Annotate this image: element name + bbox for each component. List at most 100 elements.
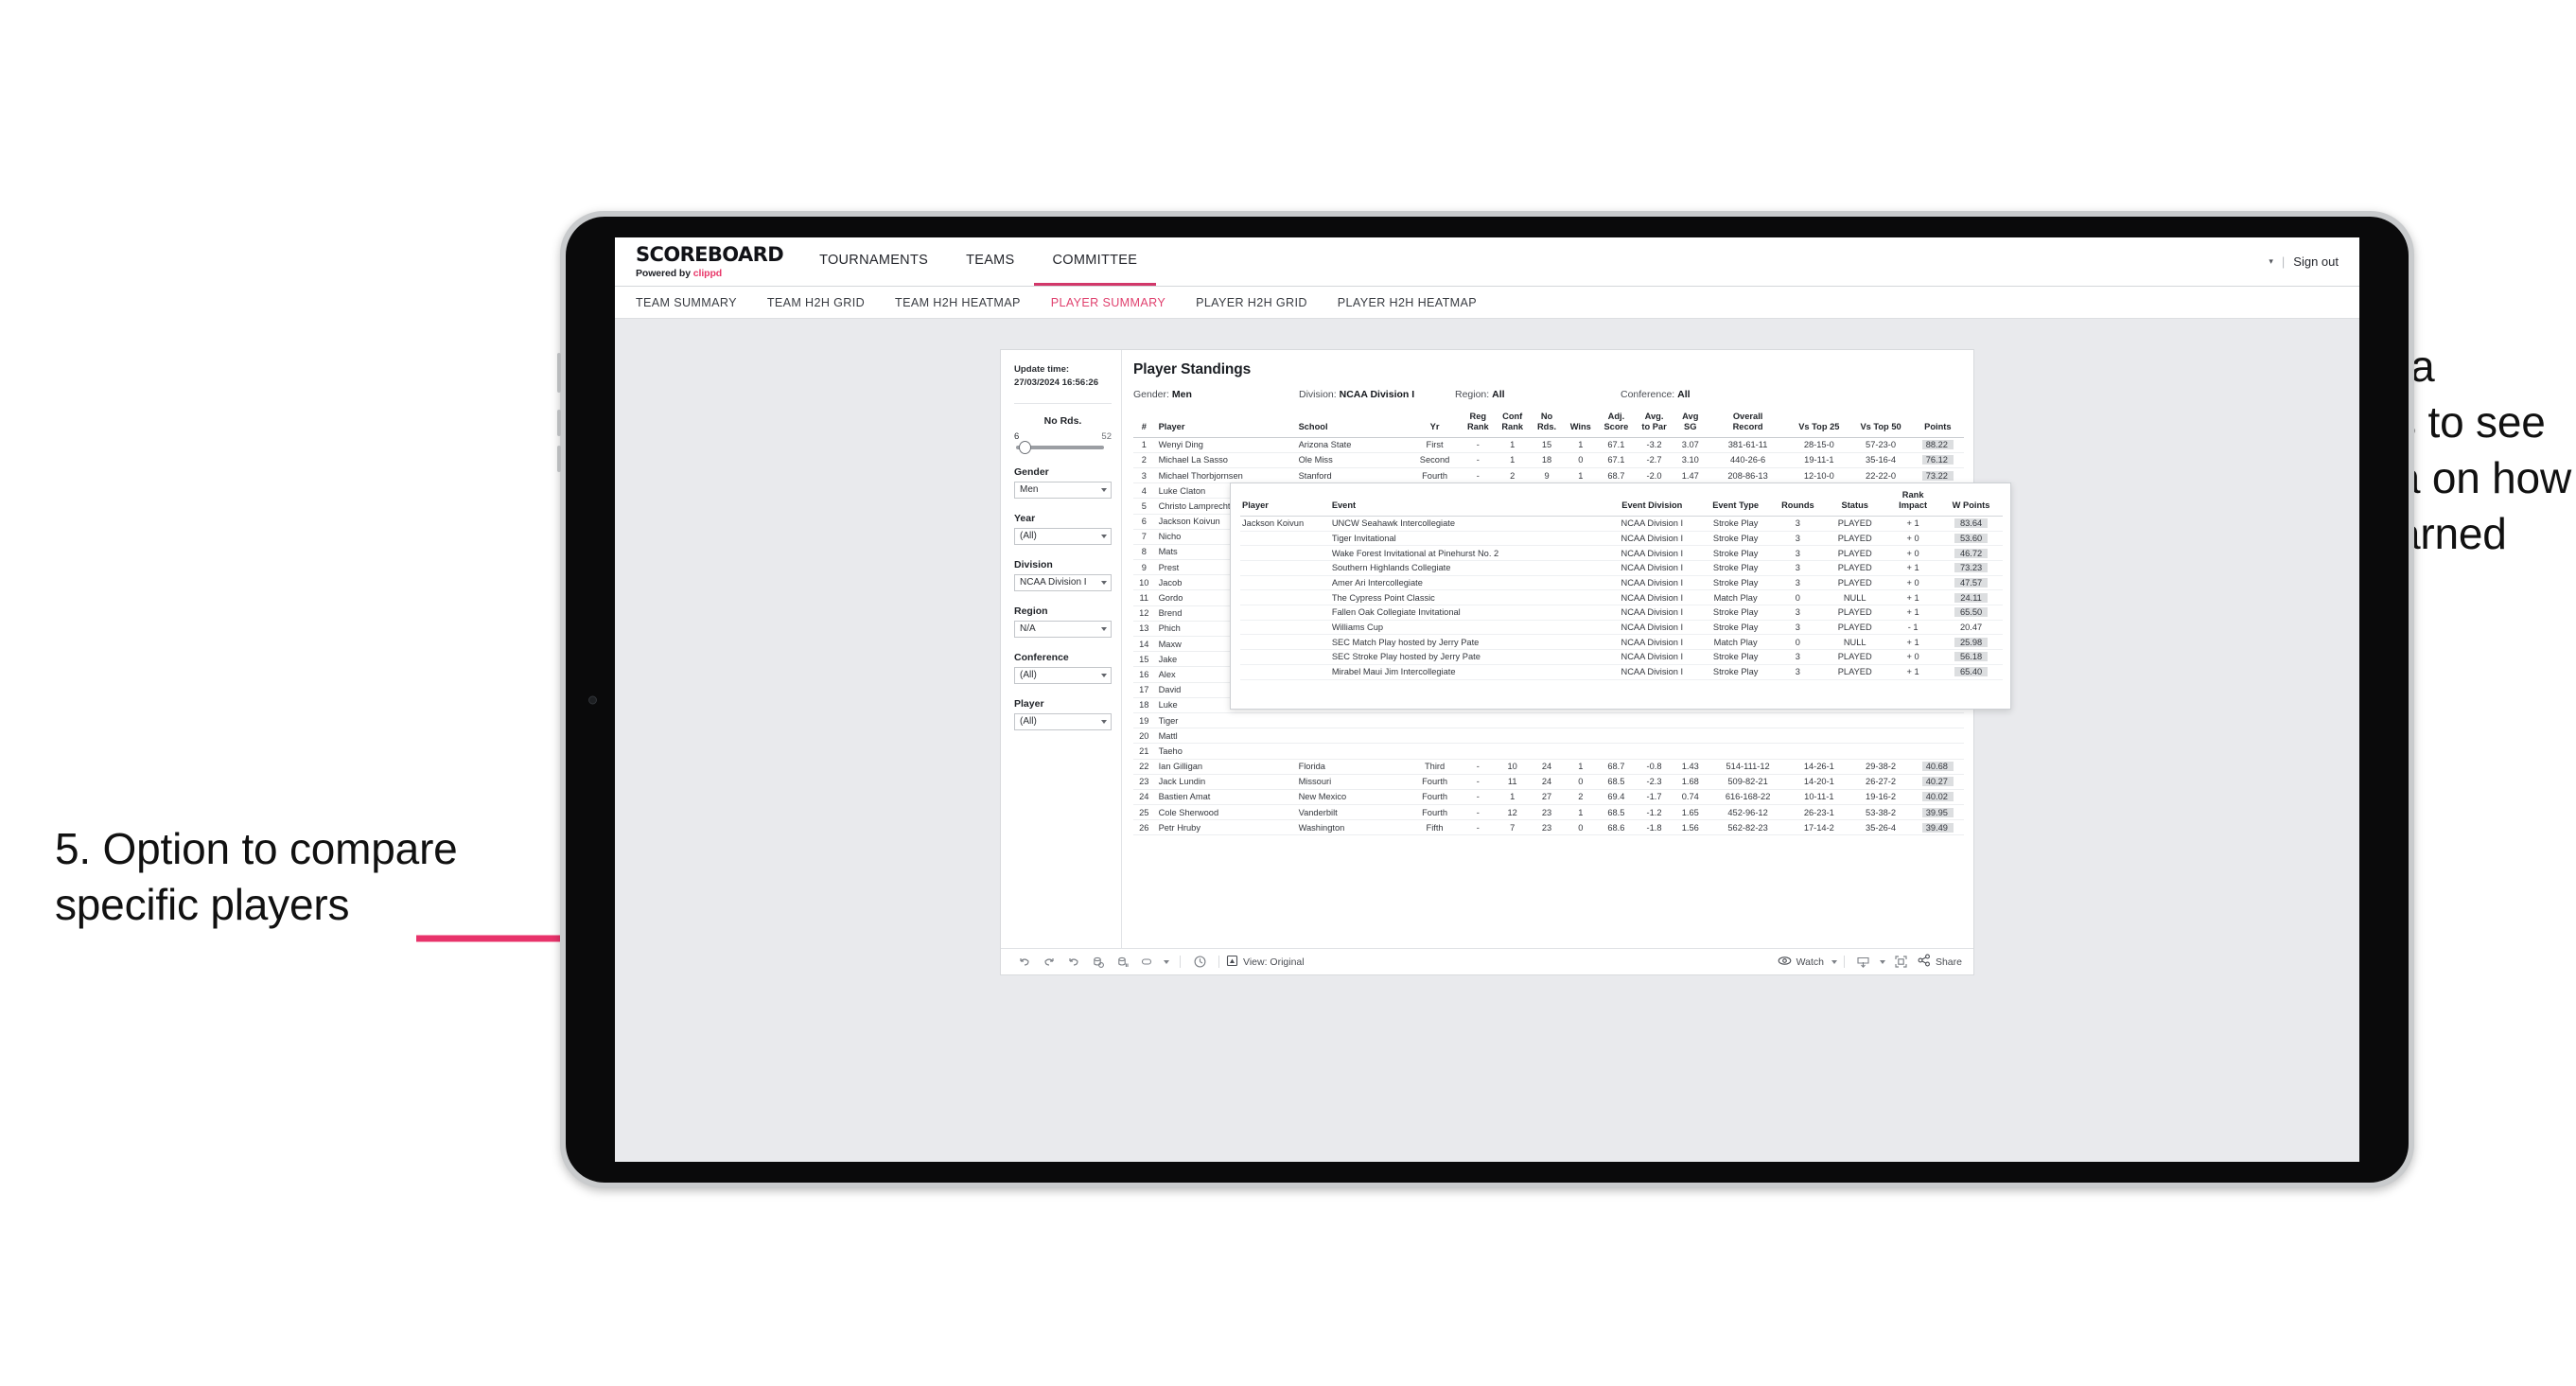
download-icon[interactable] (1851, 953, 1876, 972)
standings-cell-points[interactable]: 40.68 (1911, 759, 1964, 775)
table-row[interactable]: 22 Ian Gilligan Florida Third -10 24 1 68.7 -0.8… (1133, 759, 1964, 775)
points-value[interactable]: 73.22 (1921, 470, 1954, 481)
standings-col-header[interactable]: Points (1911, 412, 1964, 438)
standings-cell-rds: 27 (1529, 789, 1565, 806)
no-rounds-slider-knob[interactable] (1019, 440, 1032, 454)
tooltip-cell-w_points: 47.57 (1939, 575, 2003, 591)
table-row[interactable]: 20 Mattl (1133, 728, 1964, 745)
sign-out-link[interactable]: Sign out (2293, 254, 2339, 269)
standings-cell-sg: 1.47 (1673, 467, 1708, 484)
filter-gender-select[interactable]: Men (1014, 481, 1112, 499)
standings-cell-points[interactable]: 40.02 (1911, 789, 1964, 806)
standings-col-header[interactable]: Reg Rank (1461, 412, 1496, 438)
filter-region: Region N/A (1014, 605, 1112, 638)
points-value[interactable]: 40.27 (1921, 777, 1954, 787)
table-row[interactable]: 23 Jack Lundin Missouri Fourth -11 24 0 68.5 -2.… (1133, 774, 1964, 790)
standings-col-header[interactable]: Adj. Score (1597, 412, 1636, 438)
filter-player-select[interactable]: (All) (1014, 712, 1112, 730)
standings-cell-points[interactable]: 39.49 (1911, 819, 1964, 836)
refresh-data-icon[interactable] (1086, 953, 1111, 972)
table-row[interactable]: 26 Petr Hruby Washington Fifth -7 23 0 68.6 -1.8… (1133, 819, 1964, 836)
tooltip-col-header-line: W Points (1952, 500, 1990, 510)
standings-col-header[interactable]: Overall Record (1707, 412, 1789, 438)
tooltip-cell-division: NCAA Division I (1604, 531, 1699, 547)
subnav-item-player-h2h-heatmap[interactable]: PLAYER H2H HEATMAP (1338, 296, 1494, 309)
standings-col-header[interactable]: Vs Top 25 (1788, 412, 1850, 438)
standings-col-header[interactable]: School (1294, 412, 1409, 438)
points-value[interactable]: 76.12 (1921, 455, 1954, 465)
standings-cell-points[interactable]: 40.27 (1911, 774, 1964, 790)
standings-col-header[interactable]: # (1133, 412, 1155, 438)
header-divider: | (2281, 254, 2286, 269)
standings-col-header[interactable]: Player (1154, 412, 1295, 438)
table-row[interactable]: 19 Tiger (1133, 712, 1964, 729)
standings-cell-points[interactable] (1911, 728, 1964, 745)
context-conference-value: All (1677, 389, 1691, 400)
revert-icon[interactable] (1061, 953, 1086, 972)
subnav-item-player-h2h-grid[interactable]: PLAYER H2H GRID (1196, 296, 1324, 309)
standings-cell-t50 (1849, 743, 1912, 760)
custom-views-icon[interactable] (1135, 953, 1160, 972)
standings-cell-num: 17 (1133, 682, 1155, 698)
chevron-down-icon[interactable] (1876, 953, 1889, 972)
brand-logo[interactable]: SCOREBOARD Powered by clippd (615, 237, 800, 286)
fullscreen-icon[interactable] (1889, 953, 1914, 972)
filter-conference-select[interactable]: (All) (1014, 666, 1112, 684)
standings-cell-points[interactable]: 39.95 (1911, 804, 1964, 821)
update-time-value: 27/03/2024 16:56:26 (1014, 377, 1099, 388)
nav-item-tournaments[interactable]: TOURNAMENTS (800, 237, 947, 286)
tooltip-col-header-line: Impact (1899, 500, 1928, 510)
nav-item-teams[interactable]: TEAMS (947, 237, 1033, 286)
table-row[interactable]: 2 Michael La Sasso Ole Miss Second -1 18 0 67.1… (1133, 452, 1964, 468)
standings-col-header[interactable]: No Rds. (1529, 412, 1565, 438)
standings-col-header[interactable]: Yr (1408, 412, 1462, 438)
table-row[interactable]: 25 Cole Sherwood Vanderbilt Fourth -12 23 1 68.… (1133, 804, 1964, 821)
chevron-down-icon[interactable] (1160, 953, 1173, 972)
standings-cell-points[interactable] (1911, 743, 1964, 760)
subnav-item-player-summary[interactable]: PLAYER SUMMARY (1051, 296, 1183, 309)
chevron-down-icon[interactable]: ▾ (2269, 256, 2273, 267)
standings-cell-sg: 1.56 (1673, 819, 1708, 836)
redo-icon[interactable] (1037, 953, 1061, 972)
filter-region-select[interactable]: N/A (1014, 620, 1112, 638)
pause-auto-update-icon[interactable] (1187, 953, 1212, 972)
points-value[interactable]: 88.22 (1921, 440, 1954, 450)
standings-cell-points[interactable] (1911, 712, 1964, 729)
standings-cell-wins: 1 (1564, 759, 1598, 775)
filter-division-select[interactable]: NCAA Division I (1014, 573, 1112, 591)
tooltip-cell-status: PLAYED (1823, 664, 1887, 680)
points-value[interactable]: 39.95 (1921, 807, 1954, 817)
nav-item-committee[interactable]: COMMITTEE (1033, 237, 1157, 286)
standings-cell-record: 440-26-6 (1707, 452, 1789, 468)
no-rounds-slider-track[interactable] (1016, 440, 1104, 454)
standings-cell-points[interactable]: 88.22 (1911, 437, 1964, 453)
standings-col-header[interactable]: Vs Top 50 (1849, 412, 1912, 438)
standings-col-header[interactable]: Conf Rank (1495, 412, 1530, 438)
standings-cell-conf (1495, 728, 1530, 745)
table-row[interactable]: 3 Michael Thorbjornsen Stanford Fourth -2 9 1 6… (1133, 467, 1964, 484)
view-original-button[interactable]: View: Original (1226, 955, 1305, 970)
filter-year-select[interactable]: (All) (1014, 527, 1112, 545)
standings-col-header[interactable]: Avg. to Par (1635, 412, 1674, 438)
points-value[interactable]: 40.68 (1921, 762, 1954, 772)
subnav-item-team-h2h-grid[interactable]: TEAM H2H GRID (767, 296, 882, 309)
tooltip-cell-type: Stroke Play (1698, 649, 1773, 665)
subnav-item-team-h2h-heatmap[interactable]: TEAM H2H HEATMAP (895, 296, 1038, 309)
undo-icon[interactable] (1012, 953, 1037, 972)
subnav-item-team-summary[interactable]: TEAM SUMMARY (636, 296, 754, 309)
pause-updates-icon[interactable] (1111, 953, 1135, 972)
points-value[interactable]: 39.49 (1921, 822, 1954, 833)
tooltip-col-header-line: Event (1331, 500, 1357, 510)
table-row[interactable]: 1 Wenyi Ding Arizona State First -1 15 1 67.1 -3… (1133, 437, 1964, 453)
standings-cell-wins: 0 (1564, 774, 1598, 790)
standings-cell-points[interactable]: 76.12 (1911, 452, 1964, 468)
table-row[interactable]: 21 Taeho (1133, 743, 1964, 760)
standings-col-header[interactable]: Wins (1564, 412, 1598, 438)
standings-cell-points[interactable]: 73.22 (1911, 467, 1964, 484)
share-button[interactable]: Share (1918, 954, 1962, 970)
standings-cell-rds (1529, 712, 1565, 729)
watch-button[interactable]: Watch (1778, 956, 1837, 969)
points-value[interactable]: 40.02 (1921, 792, 1954, 802)
table-row[interactable]: 24 Bastien Amat New Mexico Fourth -1 27 2 69.4-… (1133, 789, 1964, 806)
standings-col-header[interactable]: Avg SG (1673, 412, 1708, 438)
